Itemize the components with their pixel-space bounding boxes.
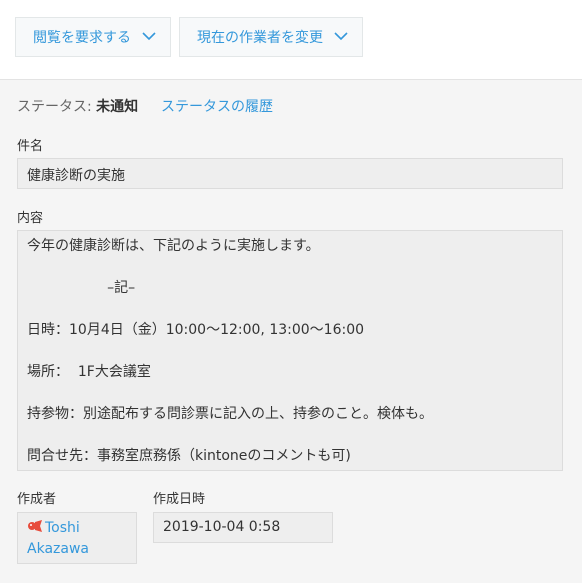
creator-name-first: Toshi <box>45 520 80 536</box>
change-assignee-button[interactable]: 現在の作業者を変更 <box>179 17 363 57</box>
creator-name-last: Akazawa <box>27 541 89 557</box>
content-field: 今年の健康診断は、下記のように実施します。 –記– 日時：10月4日（金）10:… <box>17 230 563 471</box>
status-history-link[interactable]: ステータスの履歴 <box>161 96 273 116</box>
created-at-label: 作成日時 <box>153 492 206 507</box>
subject-label: 件名 <box>17 139 44 154</box>
content-line <box>27 299 553 320</box>
creator-name[interactable]: Toshi Akazawa <box>27 518 127 560</box>
content-label: 内容 <box>17 211 44 226</box>
record-toolbar: 閲覧を要求する 現在の作業者を変更 <box>0 0 582 80</box>
request-view-button[interactable]: 閲覧を要求する <box>15 17 171 57</box>
status-value: 未通知 <box>96 99 139 115</box>
subject-field: 健康診断の実施 <box>17 158 563 189</box>
content-line: 持参物：別途配布する問診票に記入の上、持参のこと。検体も。 <box>27 406 433 422</box>
content-line: –記– <box>27 280 136 296</box>
created-at-value: 2019-10-04 0:58 <box>163 519 281 535</box>
content-line <box>27 383 553 404</box>
content-line: 問合せ先：事務室庶務係（kintoneのコメントも可) <box>27 448 351 464</box>
change-assignee-label: 現在の作業者を変更 <box>197 30 323 46</box>
status-line: ステータス: 未通知 <box>17 96 138 116</box>
creator-label: 作成者 <box>17 492 57 507</box>
creator-field: Toshi Akazawa <box>17 512 137 564</box>
content-line: 場所： 1F大会議室 <box>27 364 151 380</box>
chevron-down-icon <box>334 32 348 41</box>
content-line <box>27 425 553 446</box>
content-line <box>27 257 553 278</box>
status-prefix: ステータス: <box>17 99 97 115</box>
chevron-down-icon <box>142 32 156 41</box>
subject-value: 健康診断の実施 <box>27 168 125 184</box>
user-avatar-icon <box>28 520 42 532</box>
created-at-field: 2019-10-04 0:58 <box>153 512 333 543</box>
request-view-label: 閲覧を要求する <box>33 30 131 46</box>
content-line: 今年の健康診断は、下記のように実施します。 <box>27 238 320 254</box>
content-line <box>27 341 553 362</box>
content-line: 日時：10月4日（金）10:00〜12:00, 13:00〜16:00 <box>27 322 365 338</box>
